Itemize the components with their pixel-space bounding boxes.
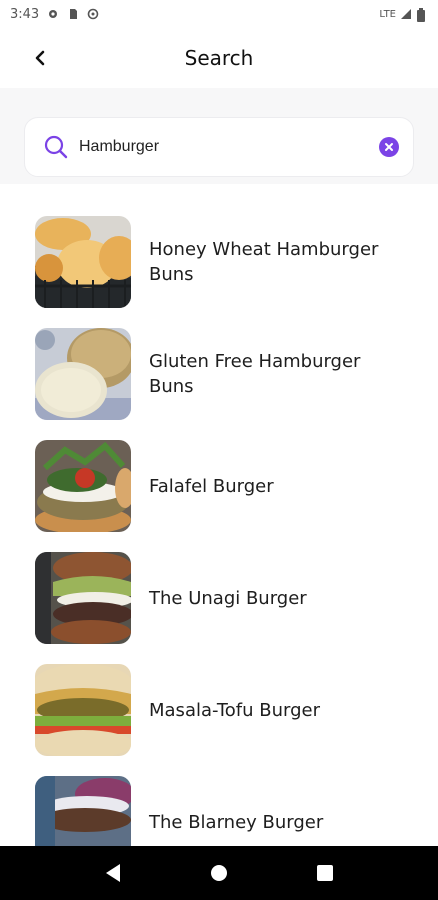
result-title: Masala-Tofu Burger xyxy=(149,699,320,721)
nav-home-icon[interactable] xyxy=(199,853,239,893)
clear-icon[interactable] xyxy=(379,137,399,157)
recipe-image xyxy=(35,328,131,420)
recipe-image xyxy=(35,664,131,756)
search-input[interactable] xyxy=(79,138,379,156)
list-item[interactable]: Gluten Free Hamburger Buns xyxy=(35,328,415,420)
page-title: Search xyxy=(184,46,254,70)
result-title: The Unagi Burger xyxy=(149,587,307,609)
recipe-image xyxy=(35,776,131,846)
data-saver-icon xyxy=(87,8,99,20)
settings-icon xyxy=(47,8,59,20)
app-header: Search xyxy=(0,28,438,88)
search-icon xyxy=(43,134,69,160)
result-title: The Blarney Burger xyxy=(149,811,324,833)
recipe-image xyxy=(35,216,131,308)
sd-card-icon xyxy=(67,8,79,20)
nav-back-icon[interactable] xyxy=(93,853,133,893)
search-box[interactable] xyxy=(24,117,414,177)
results-list: Honey Wheat Hamburger Buns Gluten Free H… xyxy=(0,184,438,846)
result-title: Falafel Burger xyxy=(149,475,274,497)
recipe-image xyxy=(35,440,131,532)
status-time: 3:43 xyxy=(10,6,40,22)
system-nav-bar xyxy=(0,846,438,900)
result-title: Gluten Free Hamburger Buns xyxy=(149,351,361,397)
status-bar: 3:43 LTE xyxy=(0,0,438,28)
list-item[interactable]: Masala-Tofu Burger xyxy=(35,664,415,756)
result-title: Honey Wheat Hamburger Buns xyxy=(149,239,379,285)
battery-icon xyxy=(416,8,428,22)
list-item[interactable]: The Unagi Burger xyxy=(35,552,415,644)
signal-icon xyxy=(400,8,412,20)
nav-recents-icon[interactable] xyxy=(305,853,345,893)
list-item[interactable]: Falafel Burger xyxy=(35,440,415,532)
list-item[interactable]: The Blarney Burger xyxy=(35,776,415,846)
recipe-image xyxy=(35,552,131,644)
list-item[interactable]: Honey Wheat Hamburger Buns xyxy=(35,216,415,308)
back-arrow-icon[interactable] xyxy=(28,46,52,70)
network-type: LTE xyxy=(379,8,396,20)
